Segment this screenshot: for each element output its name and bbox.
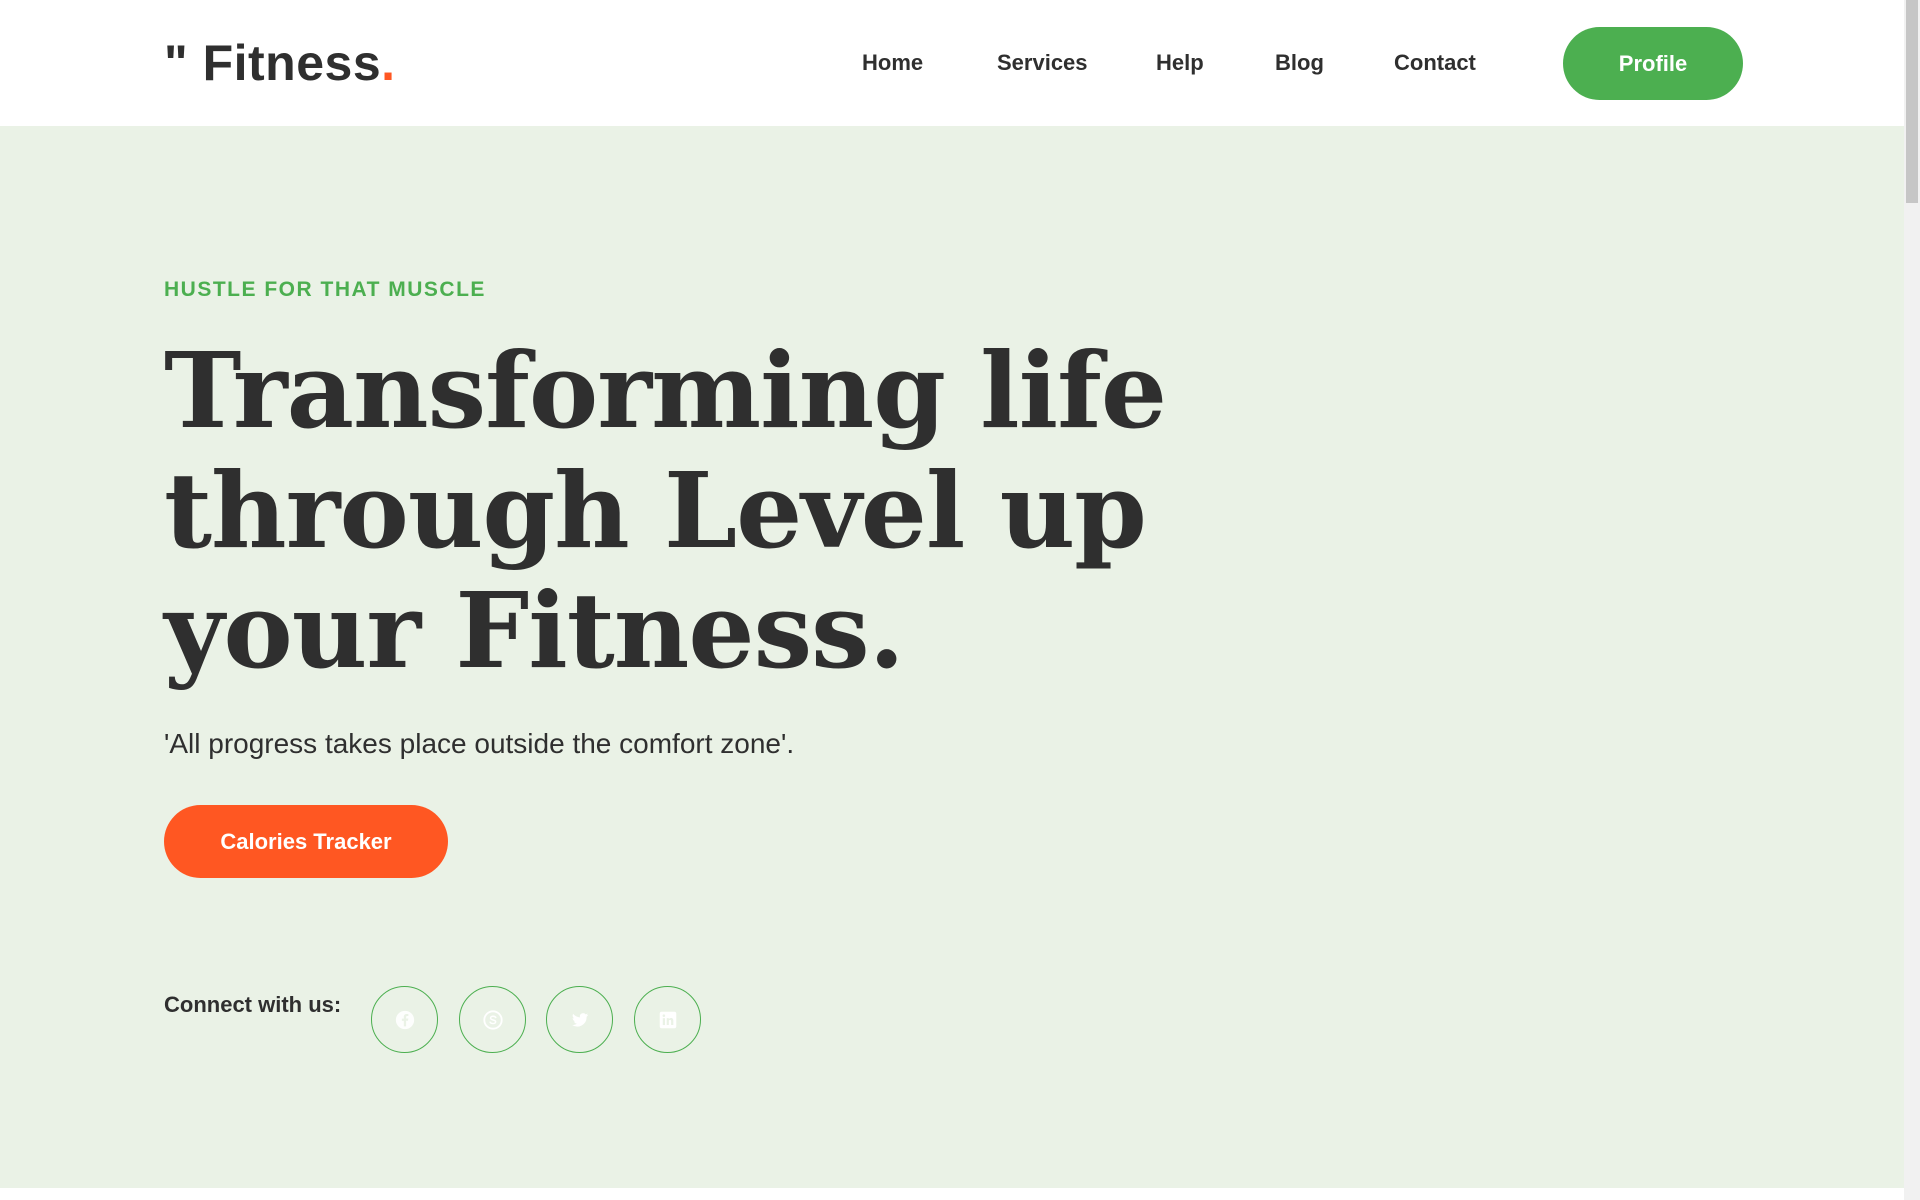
facebook-glyph	[395, 1010, 414, 1029]
headline-line-2: through Level up	[164, 449, 1147, 572]
logo-text: " Fitness	[164, 35, 382, 91]
site-header: " Fitness. Home Services Help Blog Conta…	[0, 0, 1904, 126]
nav-item-help[interactable]: Help	[1156, 43, 1204, 83]
linkedin-icon[interactable]	[634, 986, 701, 1053]
connect-label: Connect with us:	[164, 992, 342, 1017]
scrollbar-thumb[interactable]	[1906, 0, 1918, 203]
nav-item-blog[interactable]: Blog	[1275, 43, 1324, 83]
skype-icon[interactable]	[459, 986, 526, 1053]
nav-item-services[interactable]: Services	[997, 43, 1088, 83]
skype-glyph	[482, 1009, 503, 1030]
bottom-band	[0, 1188, 1904, 1200]
logo-dot: .	[381, 35, 396, 91]
hero-section: HUSTLE FOR THAT MUSCLE Transforming life…	[0, 126, 1904, 1188]
headline-line-1: Transforming life	[164, 329, 1167, 452]
headline-line-3: your Fitness.	[164, 569, 905, 692]
hero-tagline: HUSTLE FOR THAT MUSCLE	[164, 278, 486, 301]
nav-item-home[interactable]: Home	[862, 43, 923, 83]
twitter-glyph	[571, 1012, 588, 1027]
linkedin-glyph	[659, 1011, 676, 1028]
profile-button[interactable]: Profile	[1563, 27, 1743, 100]
hero-headline: Transforming life through Level up your …	[164, 329, 1167, 692]
nav-item-contact[interactable]: Contact	[1394, 43, 1476, 83]
twitter-icon[interactable]	[546, 986, 613, 1053]
calories-tracker-button[interactable]: Calories Tracker	[164, 805, 448, 878]
site-logo[interactable]: " Fitness.	[164, 28, 396, 98]
hero-quote: 'All progress takes place outside the co…	[164, 728, 795, 759]
facebook-icon[interactable]	[371, 986, 438, 1053]
